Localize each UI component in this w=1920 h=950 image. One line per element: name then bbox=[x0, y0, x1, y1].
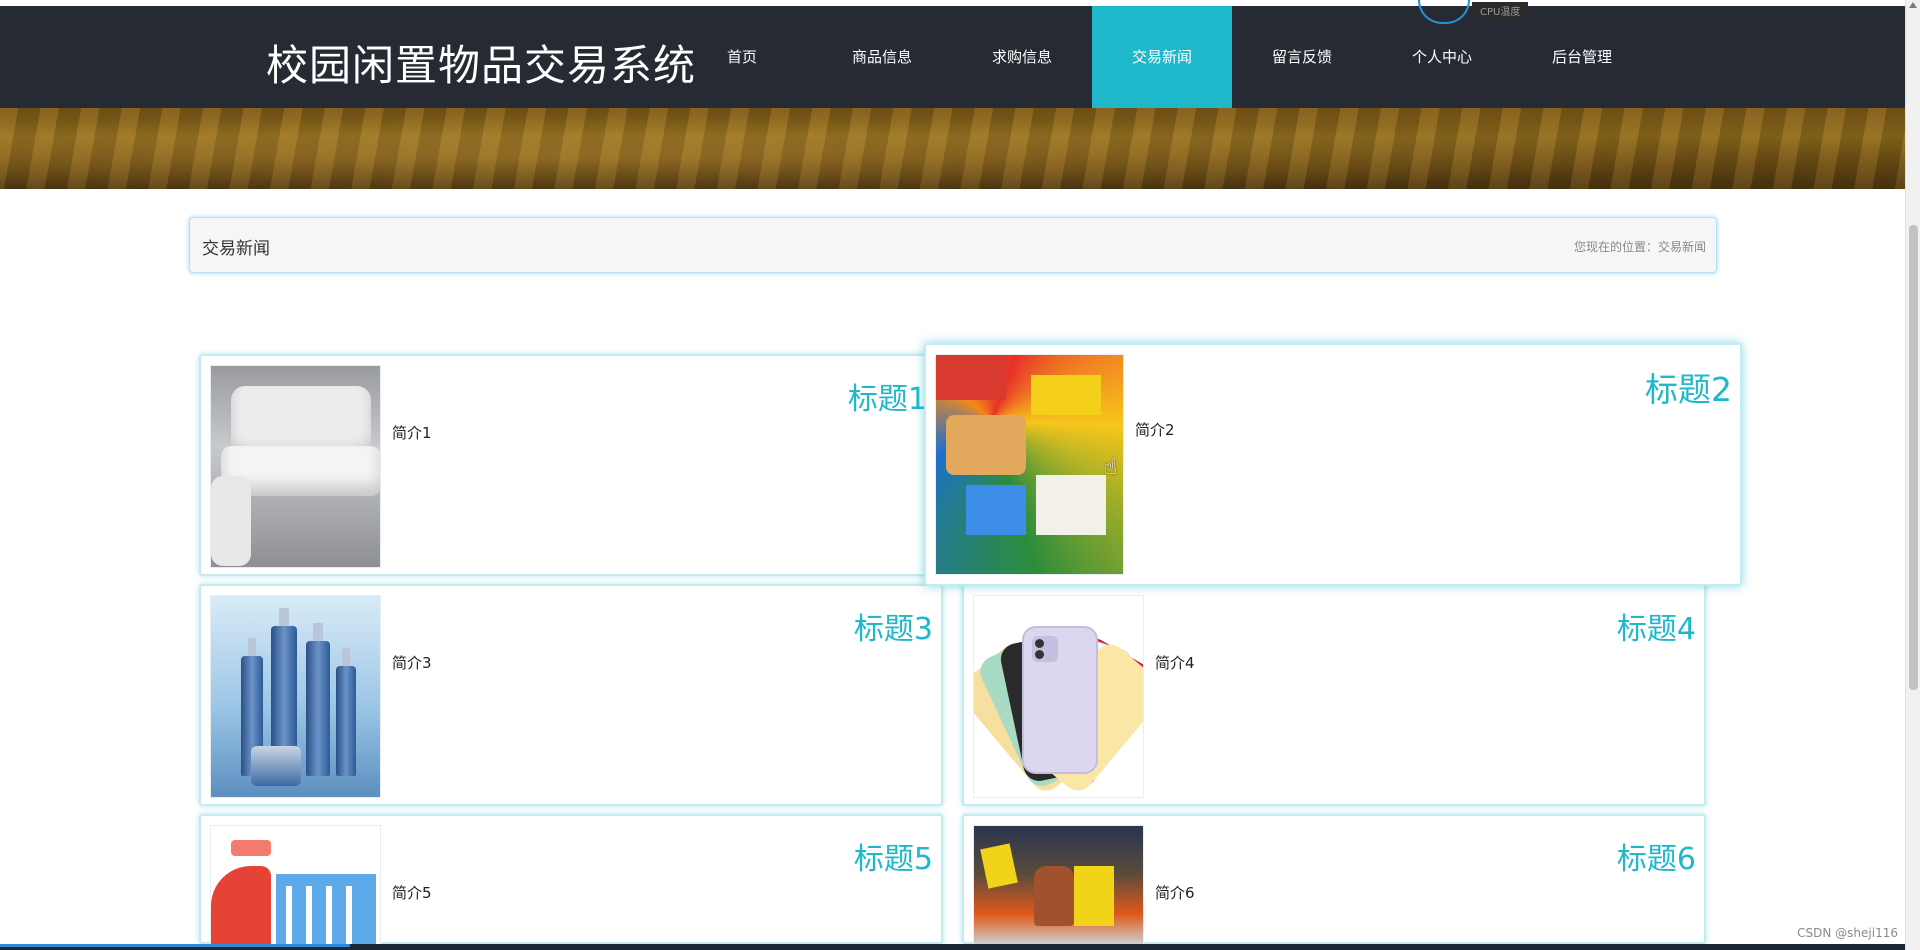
news-image-snacks[interactable] bbox=[935, 354, 1124, 575]
news-title[interactable]: 标题1 bbox=[848, 374, 927, 418]
news-title[interactable]: 标题2 bbox=[1645, 363, 1732, 411]
nav-item-wanted[interactable]: 求购信息 bbox=[952, 6, 1092, 108]
cpu-gauge-icon bbox=[1418, 0, 1470, 24]
news-image-cosmetics[interactable] bbox=[210, 595, 381, 798]
news-title[interactable]: 标题6 bbox=[1617, 834, 1696, 878]
news-summary: 简介2 bbox=[1135, 421, 1175, 439]
scroll-thumb[interactable] bbox=[1909, 225, 1918, 690]
news-card-5[interactable]: 标题5 简介5 bbox=[199, 814, 943, 945]
news-summary: 简介4 bbox=[1155, 654, 1195, 672]
news-title[interactable]: 标题4 bbox=[1617, 604, 1696, 648]
nav-item-home[interactable]: 首页 bbox=[672, 6, 812, 108]
page-title: 交易新闻 bbox=[202, 239, 270, 259]
news-card-3[interactable]: 标题3 简介3 bbox=[199, 584, 943, 806]
nav-item-admin[interactable]: 后台管理 bbox=[1512, 6, 1652, 108]
news-summary: 简介3 bbox=[392, 654, 432, 672]
news-card-2[interactable]: 标题2 简介2 bbox=[924, 343, 1742, 586]
watermark: CSDN @sheji116 bbox=[1797, 926, 1898, 940]
cpu-label: CPU温度 bbox=[1472, 2, 1529, 19]
nav-item-products[interactable]: 商品信息 bbox=[812, 6, 952, 108]
breadcrumb-panel: 交易新闻 您现在的位置：交易新闻 bbox=[189, 217, 1717, 273]
news-title[interactable]: 标题5 bbox=[854, 834, 933, 878]
phone-icon bbox=[1022, 626, 1098, 774]
nav-item-feedback[interactable]: 留言反馈 bbox=[1232, 6, 1372, 108]
site-title[interactable]: 校园闲置物品交易系统 bbox=[266, 32, 696, 93]
news-card-6[interactable]: 标题6 简介6 bbox=[962, 814, 1706, 945]
cpu-temperature-widget: CPU温度 bbox=[1418, 0, 1529, 24]
news-summary: 简介6 bbox=[1155, 884, 1195, 902]
navbar: 校园闲置物品交易系统 首页 商品信息 求购信息 交易新闻 留言反馈 个人中心 后… bbox=[0, 6, 1905, 108]
news-summary: 简介5 bbox=[392, 884, 432, 902]
page-scrollbar[interactable] bbox=[1905, 0, 1920, 950]
news-image-toy-store[interactable] bbox=[973, 825, 1144, 945]
news-image-sofa[interactable] bbox=[210, 365, 381, 568]
news-card-1[interactable]: 标题1 简介1 bbox=[199, 354, 943, 576]
news-summary: 简介1 bbox=[392, 424, 432, 442]
video-progress-bar[interactable] bbox=[0, 944, 350, 947]
hand-cursor-icon: ☝ bbox=[1104, 455, 1118, 480]
news-title[interactable]: 标题3 bbox=[854, 604, 933, 648]
nav-item-news[interactable]: 交易新闻 bbox=[1092, 6, 1232, 108]
hero-banner bbox=[0, 108, 1905, 189]
news-card-4[interactable]: 标题4 简介4 bbox=[962, 584, 1706, 806]
news-image-iphone[interactable] bbox=[973, 595, 1144, 798]
breadcrumb: 您现在的位置：交易新闻 bbox=[1573, 240, 1706, 254]
news-image-shopping-cart[interactable] bbox=[210, 825, 381, 945]
scroll-up-icon[interactable] bbox=[1909, 2, 1917, 8]
